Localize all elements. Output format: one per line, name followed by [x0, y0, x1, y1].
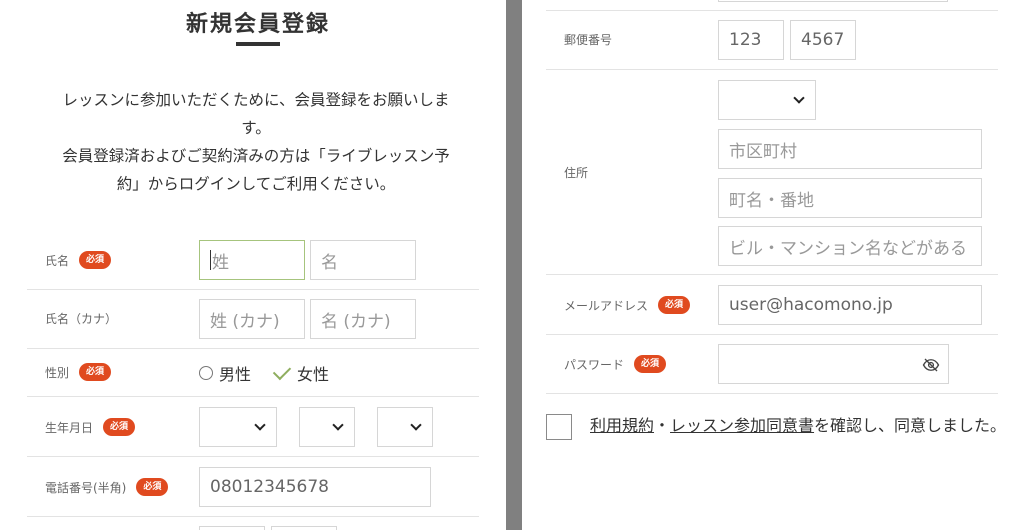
- last-name-placeholder: 姓: [212, 252, 229, 273]
- radio-circle-icon: [199, 366, 213, 380]
- address-row: 住所 市区町村 町名・番地 ビル・マンション名などがある: [546, 70, 998, 275]
- gender-option-female[interactable]: 女性: [272, 361, 330, 385]
- email-row: メールアドレス 必須 user@hacomono.jp: [546, 275, 998, 335]
- building-input[interactable]: ビル・マンション名などがある: [718, 226, 982, 266]
- password-label: パスワード: [564, 357, 625, 372]
- postal-label: 郵便番号: [564, 33, 613, 47]
- agreement-row: 利用規約・レッスン参加同意書を確認し、同意しました。: [546, 412, 1016, 440]
- agreement-separator: ・: [654, 416, 671, 435]
- required-badge: 必須: [136, 478, 169, 496]
- last-name-input[interactable]: 姓: [199, 240, 305, 280]
- intro-line: す。: [241, 119, 271, 137]
- street-placeholder: 町名・番地: [729, 190, 814, 211]
- kana-label: 氏名（カナ）: [45, 312, 118, 326]
- chevron-down-icon: [254, 419, 266, 431]
- phone-row: 電話番号(半角) 必須 08012345678: [27, 457, 479, 517]
- chevron-down-icon: [793, 92, 805, 104]
- form-panel-right: 郵便番号 123 4567 住所 市区町村 町名・番地 ビル・マンション名などが…: [522, 0, 1024, 530]
- birthday-row: 生年月日 必須: [27, 397, 479, 457]
- birth-day-select[interactable]: [377, 407, 433, 447]
- title-underline: [236, 42, 280, 46]
- postal-part1-value: 123: [729, 30, 762, 50]
- panel-divider: [506, 0, 522, 530]
- agreement-text: を確認し、同意しました。: [814, 416, 1007, 435]
- form-panel-left: 新規会員登録 レッスンに参加いただくために、会員登録をお願いしま す。 会員登録…: [0, 0, 506, 530]
- street-input[interactable]: 町名・番地: [718, 178, 982, 218]
- city-input[interactable]: 市区町村: [718, 129, 982, 169]
- postal-part2-value: 4567: [801, 30, 845, 50]
- chevron-down-icon: [410, 419, 422, 431]
- agreement-checkbox[interactable]: [546, 413, 572, 440]
- email-label: メールアドレス: [564, 298, 649, 313]
- first-name-kana-input[interactable]: 名 (カナ): [310, 299, 416, 339]
- first-name-input[interactable]: 名: [310, 240, 416, 280]
- prefecture-select[interactable]: [718, 80, 816, 120]
- birthday-label: 生年月日: [45, 420, 94, 435]
- required-badge: 必須: [103, 418, 136, 436]
- gender-option-male[interactable]: 男性: [199, 361, 251, 385]
- last-name-kana-input[interactable]: 姓 (カナ): [199, 299, 305, 339]
- phone-value: 08012345678: [210, 477, 329, 497]
- checkmark-icon: [272, 361, 292, 381]
- required-badge: 必須: [79, 251, 112, 269]
- intro-line: 約」からログインしてご利用ください。: [116, 175, 396, 193]
- gender-row: 性別 必須 男性 女性: [27, 349, 479, 397]
- intro-line: レッスンに参加いただくために、会員登録をお願いしま: [62, 91, 450, 109]
- postal-code-part2-input[interactable]: 4567: [790, 20, 856, 60]
- address-label: 住所: [564, 166, 589, 180]
- name-row: 氏名 必須 姓 名: [27, 231, 479, 290]
- kana-row: 氏名（カナ） 姓 (カナ) 名 (カナ): [27, 290, 479, 349]
- email-input[interactable]: user@hacomono.jp: [718, 285, 982, 325]
- page-title: 新規会員登録: [185, 12, 330, 37]
- phone-input[interactable]: 08012345678: [199, 467, 431, 507]
- required-badge: 必須: [658, 296, 691, 314]
- postal-code-part1-input[interactable]: 123: [718, 20, 784, 60]
- password-row: パスワード 必須: [546, 335, 998, 394]
- required-badge: 必須: [634, 355, 667, 373]
- gender-option-label: 女性: [297, 365, 330, 384]
- gender-label: 性別: [45, 365, 70, 380]
- password-input[interactable]: [718, 344, 949, 384]
- postal-row: 郵便番号 123 4567: [546, 10, 998, 70]
- chevron-down-icon: [332, 419, 344, 431]
- building-placeholder: ビル・マンション名などがある: [729, 238, 967, 259]
- terms-link[interactable]: 利用規約: [590, 416, 654, 435]
- intro-line: 会員登録済およびご契約済みの方は「ライブレッスン予: [62, 147, 450, 165]
- next-field-select[interactable]: [271, 526, 337, 530]
- gender-option-label: 男性: [219, 365, 252, 384]
- intro-text: レッスンに参加いただくために、会員登録をお願いしま す。 会員登録済およびご契約…: [26, 86, 486, 198]
- name-label: 氏名: [45, 253, 70, 268]
- consent-link[interactable]: レッスン参加同意書: [670, 416, 814, 435]
- first-name-placeholder: 名: [321, 252, 338, 273]
- birth-month-select[interactable]: [299, 407, 355, 447]
- required-badge: 必須: [79, 363, 112, 381]
- eye-off-icon[interactable]: [922, 356, 940, 374]
- text-caret: [210, 250, 211, 270]
- birth-year-select[interactable]: [199, 407, 277, 447]
- phone-label: 電話番号(半角): [45, 480, 127, 495]
- first-name-kana-placeholder: 名 (カナ): [321, 311, 391, 332]
- email-value: user@hacomono.jp: [729, 295, 893, 315]
- next-field-select[interactable]: [199, 526, 265, 530]
- city-placeholder: 市区町村: [729, 141, 797, 162]
- last-name-kana-placeholder: 姓 (カナ): [210, 311, 280, 332]
- gender-options: 男性 女性: [199, 361, 329, 385]
- previous-field-input[interactable]: [718, 0, 948, 2]
